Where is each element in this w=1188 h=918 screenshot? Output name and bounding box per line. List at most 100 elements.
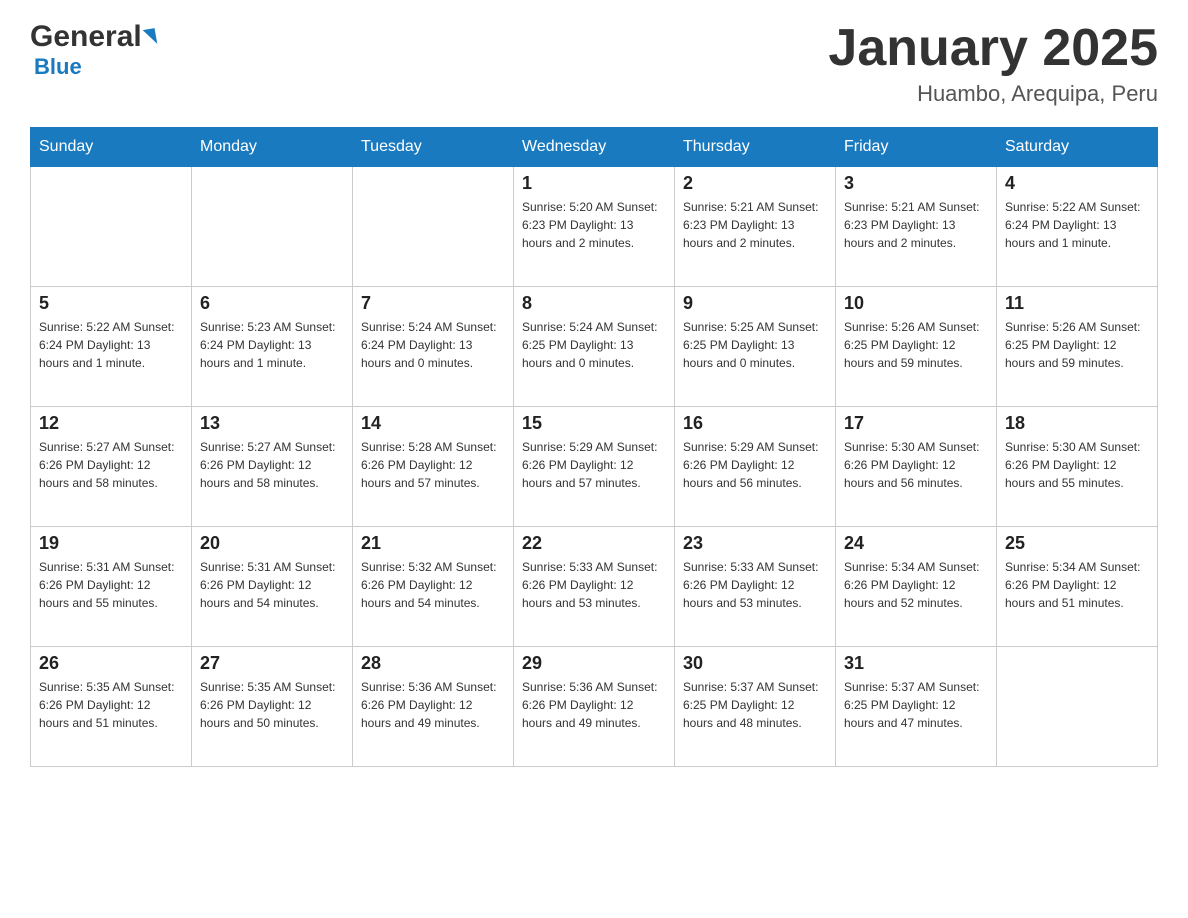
calendar-cell: 28Sunrise: 5:36 AM Sunset: 6:26 PM Dayli… bbox=[353, 647, 514, 767]
day-info: Sunrise: 5:22 AM Sunset: 6:24 PM Dayligh… bbox=[39, 318, 183, 372]
day-info: Sunrise: 5:24 AM Sunset: 6:25 PM Dayligh… bbox=[522, 318, 666, 372]
calendar-cell: 5 Sunrise: 5:22 AM Sunset: 6:24 PM Daylig… bbox=[31, 287, 192, 407]
calendar-week-row: 26 Sunrise: 5:35 AM Sunset: 6:26 PM Dayli… bbox=[31, 647, 1158, 767]
calendar-cell: 31 Sunrise: 5:37 AM Sunset: 6:25 PM Dayli… bbox=[836, 647, 997, 767]
day-info: Sunrise: 5:35 AM Sunset: 6:26 PM Dayligh… bbox=[39, 678, 183, 732]
day-info: Sunrise: 5:26 AM Sunset: 6:25 PM Dayligh… bbox=[1005, 318, 1149, 372]
day-info: Sunrise: 5:28 AM Sunset: 6:26 PM Dayligh… bbox=[361, 438, 505, 492]
day-number: 17 bbox=[844, 413, 988, 434]
day-info: Sunrise: 5:37 AM Sunset: 6:25 PM Dayligh… bbox=[683, 678, 827, 732]
calendar-cell: 12 Sunrise: 5:27 AM Sunset: 6:26 PM Dayli… bbox=[31, 407, 192, 527]
calendar-day-header: Wednesday bbox=[514, 128, 675, 167]
day-info: Sunrise: 5:22 AM Sunset: 6:24 PM Dayligh… bbox=[1005, 198, 1149, 252]
day-info: Sunrise: 5:35 AM Sunset: 6:26 PM Dayligh… bbox=[200, 678, 344, 732]
calendar-cell: 17 Sunrise: 5:30 AM Sunset: 6:26 PM Dayli… bbox=[836, 407, 997, 527]
day-number: 10 bbox=[844, 293, 988, 314]
calendar-cell: 16Sunrise: 5:29 AM Sunset: 6:26 PM Dayli… bbox=[675, 407, 836, 527]
logo-general-text: General bbox=[30, 20, 142, 54]
day-info: Sunrise: 5:34 AM Sunset: 6:26 PM Dayligh… bbox=[844, 558, 988, 612]
day-info: Sunrise: 5:37 AM Sunset: 6:25 PM Dayligh… bbox=[844, 678, 988, 732]
day-number: 15 bbox=[522, 413, 666, 434]
day-number: 8 bbox=[522, 293, 666, 314]
calendar-cell bbox=[353, 167, 514, 287]
day-info: Sunrise: 5:33 AM Sunset: 6:26 PM Dayligh… bbox=[522, 558, 666, 612]
calendar-day-header: Saturday bbox=[997, 128, 1158, 167]
day-info: Sunrise: 5:24 AM Sunset: 6:24 PM Dayligh… bbox=[361, 318, 505, 372]
calendar-cell: 11 Sunrise: 5:26 AM Sunset: 6:25 PM Dayli… bbox=[997, 287, 1158, 407]
calendar-header-row: SundayMondayTuesdayWednesdayThursdayFrid… bbox=[31, 128, 1158, 167]
day-number: 24 bbox=[844, 533, 988, 554]
calendar-cell: 21Sunrise: 5:32 AM Sunset: 6:26 PM Dayli… bbox=[353, 527, 514, 647]
day-info: Sunrise: 5:27 AM Sunset: 6:26 PM Dayligh… bbox=[39, 438, 183, 492]
logo-arrow-icon bbox=[142, 28, 157, 46]
day-info: Sunrise: 5:26 AM Sunset: 6:25 PM Dayligh… bbox=[844, 318, 988, 372]
day-info: Sunrise: 5:36 AM Sunset: 6:26 PM Dayligh… bbox=[522, 678, 666, 732]
calendar-cell: 4 Sunrise: 5:22 AM Sunset: 6:24 PM Daylig… bbox=[997, 167, 1158, 287]
calendar-cell: 26 Sunrise: 5:35 AM Sunset: 6:26 PM Dayli… bbox=[31, 647, 192, 767]
day-info: Sunrise: 5:30 AM Sunset: 6:26 PM Dayligh… bbox=[844, 438, 988, 492]
day-info: Sunrise: 5:36 AM Sunset: 6:26 PM Dayligh… bbox=[361, 678, 505, 732]
calendar-day-header: Sunday bbox=[31, 128, 192, 167]
day-number: 26 bbox=[39, 653, 183, 674]
day-number: 31 bbox=[844, 653, 988, 674]
day-info: Sunrise: 5:31 AM Sunset: 6:26 PM Dayligh… bbox=[200, 558, 344, 612]
day-number: 18 bbox=[1005, 413, 1149, 434]
day-number: 19 bbox=[39, 533, 183, 554]
month-title: January 2025 bbox=[828, 20, 1158, 77]
logo: General Blue bbox=[30, 20, 156, 80]
day-number: 20 bbox=[200, 533, 344, 554]
day-number: 22 bbox=[522, 533, 666, 554]
day-info: Sunrise: 5:33 AM Sunset: 6:26 PM Dayligh… bbox=[683, 558, 827, 612]
day-info: Sunrise: 5:30 AM Sunset: 6:26 PM Dayligh… bbox=[1005, 438, 1149, 492]
day-info: Sunrise: 5:25 AM Sunset: 6:25 PM Dayligh… bbox=[683, 318, 827, 372]
calendar-cell: 19Sunrise: 5:31 AM Sunset: 6:26 PM Dayli… bbox=[31, 527, 192, 647]
calendar-cell: 10 Sunrise: 5:26 AM Sunset: 6:25 PM Dayli… bbox=[836, 287, 997, 407]
day-number: 16 bbox=[683, 413, 827, 434]
day-number: 21 bbox=[361, 533, 505, 554]
day-number: 1 bbox=[522, 173, 666, 194]
day-info: Sunrise: 5:29 AM Sunset: 6:26 PM Dayligh… bbox=[522, 438, 666, 492]
calendar-cell: 14 Sunrise: 5:28 AM Sunset: 6:26 PM Dayli… bbox=[353, 407, 514, 527]
calendar-cell: 7Sunrise: 5:24 AM Sunset: 6:24 PM Daylig… bbox=[353, 287, 514, 407]
calendar-cell bbox=[192, 167, 353, 287]
page-header: General Blue January 2025 Huambo, Arequi… bbox=[30, 20, 1158, 107]
day-info: Sunrise: 5:21 AM Sunset: 6:23 PM Dayligh… bbox=[844, 198, 988, 252]
day-number: 30 bbox=[683, 653, 827, 674]
calendar-day-header: Tuesday bbox=[353, 128, 514, 167]
calendar-cell bbox=[997, 647, 1158, 767]
day-number: 9 bbox=[683, 293, 827, 314]
calendar-cell: 30 Sunrise: 5:37 AM Sunset: 6:25 PM Dayli… bbox=[675, 647, 836, 767]
day-number: 25 bbox=[1005, 533, 1149, 554]
calendar-cell: 13Sunrise: 5:27 AM Sunset: 6:26 PM Dayli… bbox=[192, 407, 353, 527]
calendar-week-row: 5 Sunrise: 5:22 AM Sunset: 6:24 PM Daylig… bbox=[31, 287, 1158, 407]
calendar-cell: 23 Sunrise: 5:33 AM Sunset: 6:26 PM Dayli… bbox=[675, 527, 836, 647]
day-number: 11 bbox=[1005, 293, 1149, 314]
calendar-week-row: 19 Sunrise: 5:31 AM Sunset: 6:26 PM Dayli… bbox=[31, 527, 1158, 647]
day-info: Sunrise: 5:27 AM Sunset: 6:26 PM Dayligh… bbox=[200, 438, 344, 492]
calendar-cell bbox=[31, 167, 192, 287]
location-title: Huambo, Arequipa, Peru bbox=[828, 81, 1158, 107]
day-number: 4 bbox=[1005, 173, 1149, 194]
logo-blue-text: Blue bbox=[34, 54, 82, 80]
calendar-week-row: 1Sunrise: 5:20 AM Sunset: 6:23 PM Daylig… bbox=[31, 167, 1158, 287]
day-number: 5 bbox=[39, 293, 183, 314]
day-info: Sunrise: 5:34 AM Sunset: 6:26 PM Dayligh… bbox=[1005, 558, 1149, 612]
calendar-cell: 25 Sunrise: 5:34 AM Sunset: 6:26 PM Dayli… bbox=[997, 527, 1158, 647]
day-number: 14 bbox=[361, 413, 505, 434]
calendar-table: SundayMondayTuesdayWednesdayThursdayFrid… bbox=[30, 127, 1158, 767]
calendar-cell: 24 Sunrise: 5:34 AM Sunset: 6:26 PM Dayli… bbox=[836, 527, 997, 647]
day-info: Sunrise: 5:21 AM Sunset: 6:23 PM Dayligh… bbox=[683, 198, 827, 252]
calendar-week-row: 12 Sunrise: 5:27 AM Sunset: 6:26 PM Dayli… bbox=[31, 407, 1158, 527]
day-number: 3 bbox=[844, 173, 988, 194]
day-number: 2 bbox=[683, 173, 827, 194]
calendar-cell: 20 Sunrise: 5:31 AM Sunset: 6:26 PM Dayli… bbox=[192, 527, 353, 647]
calendar-cell: 1Sunrise: 5:20 AM Sunset: 6:23 PM Daylig… bbox=[514, 167, 675, 287]
calendar-cell: 27Sunrise: 5:35 AM Sunset: 6:26 PM Dayli… bbox=[192, 647, 353, 767]
calendar-cell: 9 Sunrise: 5:25 AM Sunset: 6:25 PM Daylig… bbox=[675, 287, 836, 407]
day-number: 23 bbox=[683, 533, 827, 554]
calendar-cell: 8 Sunrise: 5:24 AM Sunset: 6:25 PM Daylig… bbox=[514, 287, 675, 407]
day-number: 12 bbox=[39, 413, 183, 434]
calendar-day-header: Thursday bbox=[675, 128, 836, 167]
calendar-cell: 22 Sunrise: 5:33 AM Sunset: 6:26 PM Dayli… bbox=[514, 527, 675, 647]
calendar-day-header: Friday bbox=[836, 128, 997, 167]
